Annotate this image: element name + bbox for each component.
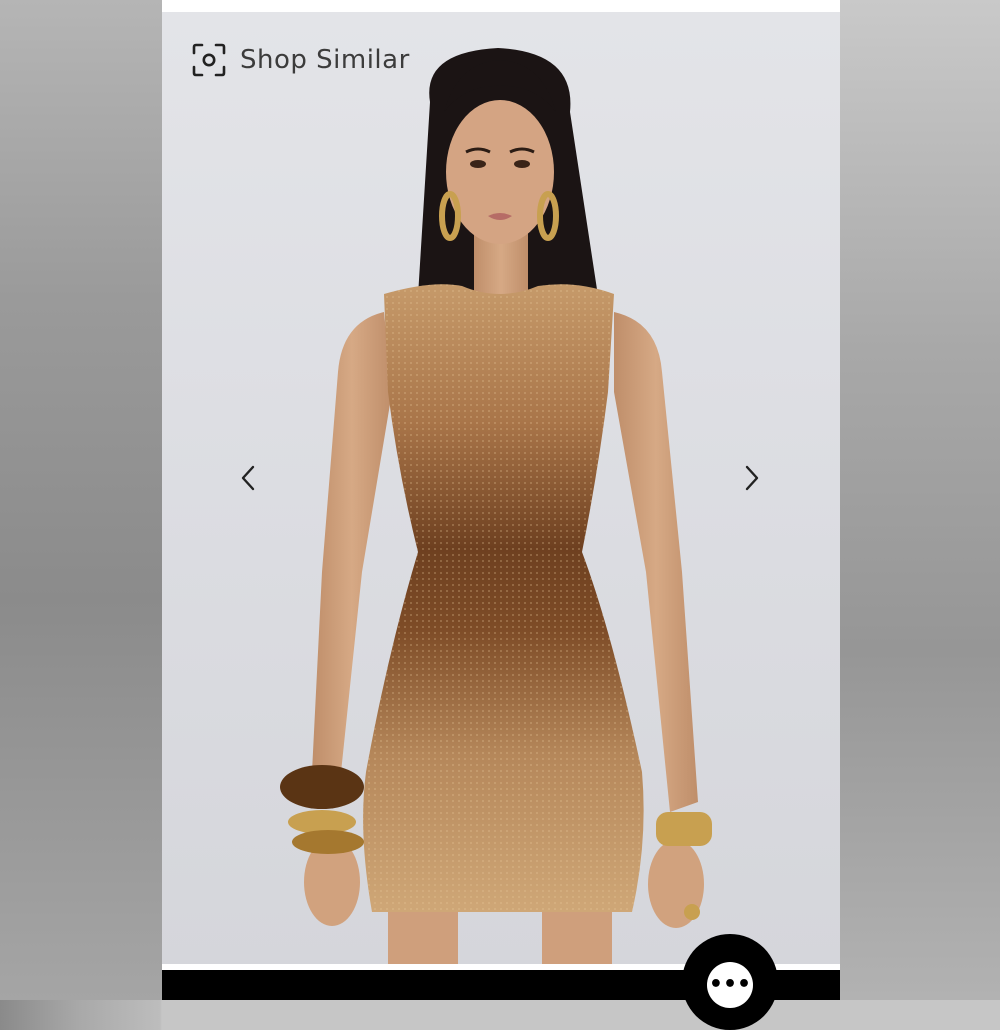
chevron-right-icon [745, 465, 759, 491]
product-image-frame: Shop Similar ••• [162, 0, 840, 1030]
shop-similar-label: Shop Similar [240, 45, 410, 75]
more-options-button[interactable]: ••• [682, 934, 778, 1030]
previous-image-button[interactable] [230, 460, 266, 496]
next-image-button[interactable] [734, 460, 770, 496]
shop-similar-button[interactable]: Shop Similar [192, 42, 410, 78]
blurred-background-right [840, 0, 1000, 1000]
more-dots-icon: ••• [707, 962, 753, 1008]
product-photo[interactable]: Shop Similar [162, 12, 840, 964]
camera-scan-icon [192, 43, 226, 77]
chevron-left-icon [241, 465, 255, 491]
blurred-background-left [0, 0, 162, 1000]
